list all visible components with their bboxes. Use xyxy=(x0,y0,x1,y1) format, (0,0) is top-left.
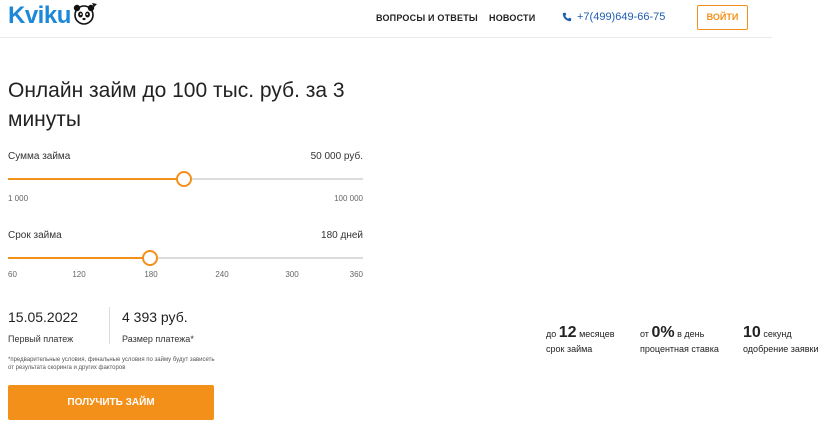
nav-news-link[interactable]: НОВОСТИ xyxy=(489,13,535,23)
term-slider-fill xyxy=(8,257,150,259)
phone-icon xyxy=(562,12,572,22)
amount-slider-fill xyxy=(8,178,184,180)
result-divider xyxy=(109,307,110,344)
feature-rate: от 0% в день процентная ставка xyxy=(640,324,719,354)
feature-prefix: от xyxy=(640,329,649,339)
term-label: Срок займа xyxy=(8,230,62,241)
first-payment-caption: Первый платеж xyxy=(8,334,74,344)
amount-max-tick: 100 000 xyxy=(334,194,363,203)
feature-number: 10 xyxy=(743,324,761,341)
get-loan-button[interactable]: ПОЛУЧИТЬ ЗАЙМ xyxy=(8,385,214,420)
term-slider-handle[interactable] xyxy=(142,250,158,266)
amount-label: Сумма займа xyxy=(8,151,71,162)
disclaimer-text: *предварительные условия, финальные усло… xyxy=(8,357,215,371)
term-slider[interactable] xyxy=(8,250,363,266)
nav-faq-link[interactable]: ВОПРОСЫ И ОТВЕТЫ xyxy=(376,13,478,23)
feature-caption: срок займа xyxy=(546,344,593,354)
login-button[interactable]: ВОЙТИ xyxy=(697,5,748,30)
payment-amount: 4 393 руб. xyxy=(122,309,188,325)
term-tick-300: 300 xyxy=(285,270,299,279)
site-header: Kviku ВОПРОСЫ И ОТВЕТЫ НОВОСТИ +7(499)64… xyxy=(0,0,772,38)
feature-approval: 10 секунд одобрение заявки xyxy=(743,324,819,354)
feature-prefix: до xyxy=(546,329,557,339)
panda-logo-icon xyxy=(72,1,98,32)
feature-suffix: секунд xyxy=(763,329,792,339)
page-title: Онлайн займ до 100 тыс. руб. за 3 минуты xyxy=(8,79,345,131)
amount-min-tick: 1 000 xyxy=(8,194,29,203)
feature-suffix: в день xyxy=(677,329,705,339)
amount-slider[interactable] xyxy=(8,171,363,187)
phone-number: +7(499)649-66-75 xyxy=(577,11,666,23)
amount-slider-handle[interactable] xyxy=(175,171,192,187)
feature-caption: одобрение заявки xyxy=(743,344,819,354)
feature-number: 12 xyxy=(558,324,577,341)
kviku-logo[interactable]: Kviku xyxy=(8,1,98,31)
feature-number: 0% xyxy=(651,324,675,341)
term-tick-240: 240 xyxy=(215,270,229,279)
term-tick-60: 60 xyxy=(8,270,17,279)
first-payment-date: 15.05.2022 xyxy=(8,309,79,325)
term-tick-180: 180 xyxy=(144,270,158,279)
feature-caption: процентная ставка xyxy=(640,344,719,354)
feature-suffix: месяцев xyxy=(579,329,615,339)
payment-caption: Размер платежа* xyxy=(122,334,194,344)
feature-term: до 12 месяцев срок займа xyxy=(546,324,615,354)
term-value: 180 дней xyxy=(321,230,363,241)
term-tick-120: 120 xyxy=(72,270,86,279)
amount-value: 50 000 руб. xyxy=(310,151,363,162)
logo-text: Kviku xyxy=(8,2,71,29)
phone-link[interactable]: +7(499)649-66-75 xyxy=(562,11,665,23)
term-tick-360: 360 xyxy=(349,270,363,279)
